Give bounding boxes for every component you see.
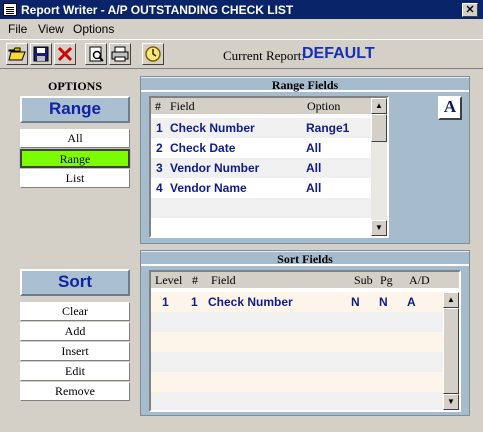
row-field: Check Number <box>170 121 255 135</box>
row-option: All <box>306 141 322 155</box>
print-preview-button[interactable] <box>85 43 107 65</box>
menu-file[interactable]: File <box>8 22 27 36</box>
save-button[interactable] <box>30 43 52 65</box>
sort-fields-header: Level # Field Sub Pg A/D <box>151 272 459 288</box>
menu-view[interactable]: View <box>38 22 64 36</box>
save-icon <box>33 46 49 62</box>
row-sub: N <box>351 295 360 309</box>
sort-clear-button[interactable]: Clear <box>20 302 130 321</box>
range-all-button[interactable]: All <box>20 129 130 148</box>
delete-button[interactable] <box>54 43 76 65</box>
col-num: # <box>192 273 198 287</box>
col-option: Option <box>307 99 341 113</box>
delete-icon <box>57 46 73 62</box>
scroll-down-button[interactable]: ▼ <box>443 394 459 410</box>
scroll-thumb[interactable] <box>443 308 459 394</box>
scroll-thumb[interactable] <box>371 114 387 142</box>
menu-options[interactable]: Options <box>73 22 114 36</box>
window-title: Report Writer - A/P OUTSTANDING CHECK LI… <box>21 3 294 17</box>
row-num: 4 <box>156 181 163 195</box>
title-bar: Report Writer - A/P OUTSTANDING CHECK LI… <box>0 0 483 19</box>
scroll-up-button[interactable]: ▲ <box>443 292 459 308</box>
font-size-icon[interactable]: A <box>438 96 462 120</box>
sort-fields-grid: Level # Field Sub Pg A/D 1 1 Check Numbe… <box>149 270 461 412</box>
sort-fields-title: Sort Fields <box>141 251 469 266</box>
col-pg: Pg <box>380 273 393 287</box>
table-row[interactable] <box>151 392 443 410</box>
scroll-up-button[interactable]: ▲ <box>371 98 387 114</box>
row-ad: A <box>407 295 416 309</box>
table-row[interactable]: 3 Vendor Number All <box>151 158 371 178</box>
table-row[interactable]: 1 1 Check Number N N A <box>151 292 443 312</box>
table-row[interactable] <box>151 332 443 352</box>
current-report-label: Current Report: <box>223 48 305 63</box>
row-option: All <box>306 161 322 175</box>
row-num: 1 <box>191 295 198 309</box>
scroll-down-button[interactable]: ▼ <box>371 220 387 236</box>
col-field: Field <box>170 99 195 113</box>
sort-fields-panel: Sort Fields Level # Field Sub Pg A/D 1 1… <box>140 250 470 416</box>
row-field: Check Number <box>208 295 293 309</box>
table-row[interactable]: 1 Check Number Range1 <box>151 118 371 138</box>
col-num: # <box>155 99 161 113</box>
range-fields-header: # Field Option <box>151 98 387 114</box>
col-ad: A/D <box>409 273 430 287</box>
row-option: Range1 <box>306 121 350 135</box>
sort-insert-button[interactable]: Insert <box>20 342 130 361</box>
app-icon[interactable] <box>3 3 17 16</box>
open-folder-icon <box>8 47 26 61</box>
row-level: 1 <box>162 295 169 309</box>
table-row[interactable]: 2 Check Date All <box>151 138 371 158</box>
open-button[interactable] <box>6 43 28 65</box>
row-num: 1 <box>156 121 163 135</box>
sort-heading: Sort <box>20 269 130 296</box>
table-row[interactable] <box>151 198 371 218</box>
sort-edit-button[interactable]: Edit <box>20 362 130 381</box>
row-num: 2 <box>156 141 163 155</box>
print-button[interactable] <box>109 43 131 65</box>
col-level: Level <box>155 273 183 287</box>
row-field: Vendor Name <box>170 181 247 195</box>
sort-add-button[interactable]: Add <box>20 322 130 341</box>
menu-bar: File View Options <box>0 19 483 38</box>
range-range-button[interactable]: Range <box>19 148 131 169</box>
table-row[interactable]: 4 Vendor Name All <box>151 178 371 198</box>
print-preview-icon <box>89 46 104 62</box>
table-row[interactable] <box>151 312 443 332</box>
row-option: All <box>306 181 322 195</box>
table-row[interactable] <box>151 352 443 372</box>
print-icon <box>111 46 129 62</box>
sort-scrollbar[interactable]: ▲ ▼ <box>443 292 459 410</box>
col-sub: Sub <box>354 273 373 287</box>
range-heading: Range <box>20 96 130 123</box>
row-num: 3 <box>156 161 163 175</box>
current-report-value: DEFAULT <box>302 45 375 62</box>
range-fields-title: Range Fields <box>141 77 469 92</box>
toolbar: Current Report: DEFAULT <box>0 39 483 69</box>
range-fields-grid: # Field Option 1 Check Number Range1 2 C… <box>149 96 389 238</box>
range-fields-panel: Range Fields # Field Option 1 Check Numb… <box>140 76 470 244</box>
row-field: Check Date <box>170 141 236 155</box>
row-pg: N <box>379 295 388 309</box>
close-button[interactable]: ✕ <box>462 3 478 17</box>
clock-icon <box>145 46 161 62</box>
row-field: Vendor Number <box>170 161 260 175</box>
options-title: OPTIONS <box>47 79 102 93</box>
clock-button[interactable] <box>142 43 164 65</box>
range-list-button[interactable]: List <box>20 169 130 188</box>
table-row[interactable] <box>151 372 443 392</box>
sort-remove-button[interactable]: Remove <box>20 382 130 401</box>
col-field: Field <box>211 273 236 287</box>
range-scrollbar[interactable]: ▲ ▼ <box>371 98 387 236</box>
